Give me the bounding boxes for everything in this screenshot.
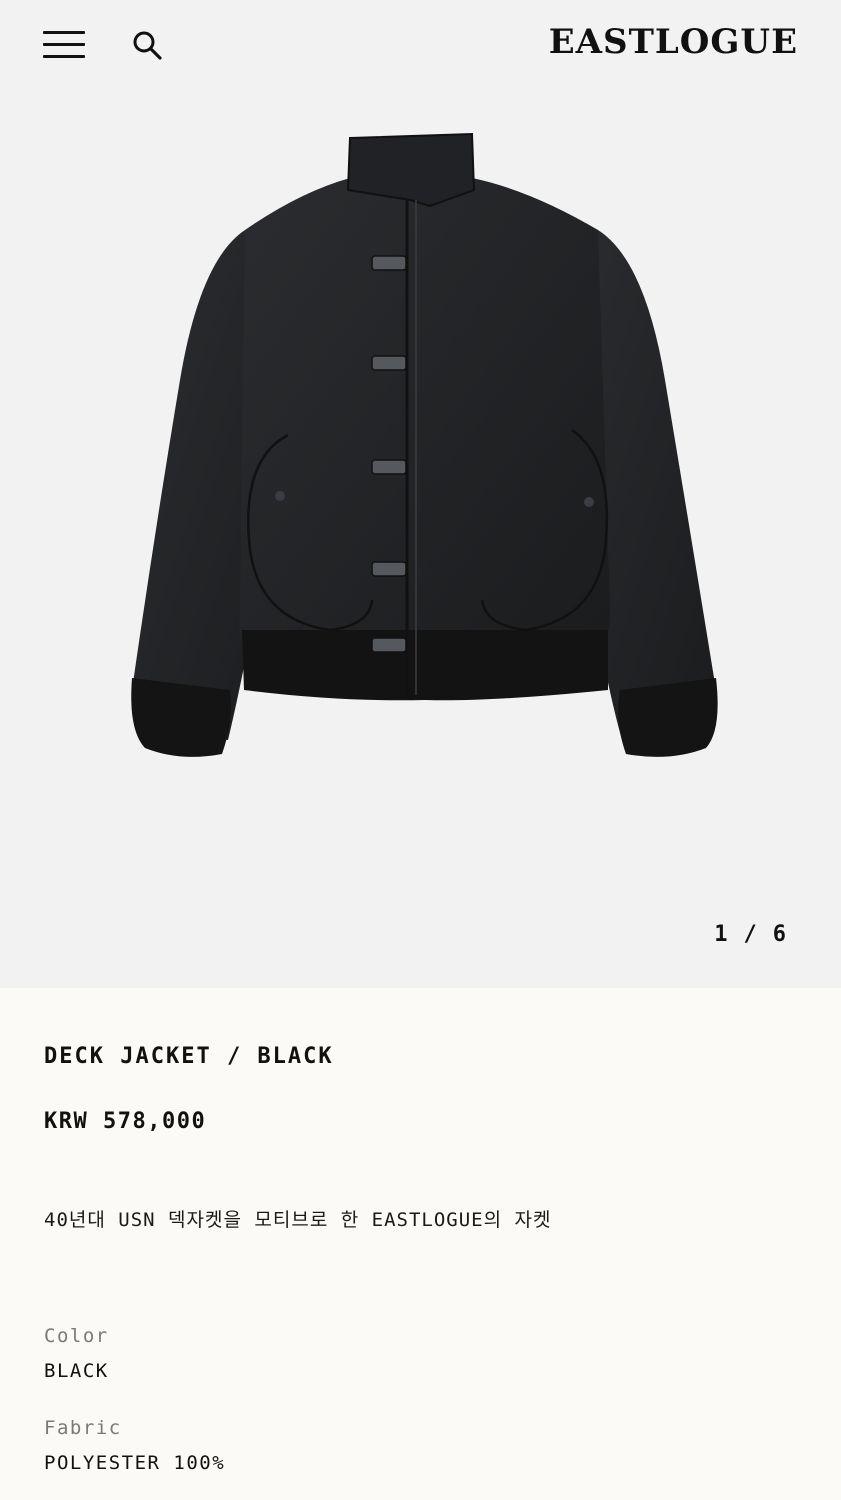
product-image[interactable] — [110, 130, 740, 780]
product-info: DECK JACKET / BLACK KRW 578,000 40년대 USN… — [0, 988, 841, 1500]
site-header: EASTLOGUE — [0, 0, 841, 90]
product-description: 40년대 USN 덱자켓을 모티브로 한 EASTLOGUE의 자켓 — [44, 1209, 552, 1231]
counter-current: 1 — [714, 922, 730, 947]
spec-value-color: BLACK — [44, 1360, 109, 1382]
image-counter: 1 / 6 — [714, 922, 788, 947]
hamburger-menu-icon[interactable] — [43, 31, 85, 59]
product-title: DECK JACKET / BLACK — [44, 1044, 334, 1069]
spec-label-fabric: Fabric — [44, 1417, 122, 1439]
spec-label-color: Color — [44, 1325, 109, 1347]
counter-total: 6 — [772, 922, 788, 947]
counter-separator: / — [743, 922, 759, 947]
product-gallery[interactable]: 1 / 6 — [0, 90, 841, 988]
spec-value-fabric: POLYESTER 100% — [44, 1452, 226, 1474]
product-price: KRW 578,000 — [44, 1109, 207, 1134]
search-icon[interactable] — [131, 29, 163, 61]
brand-logo[interactable]: EASTLOGUE — [549, 22, 798, 62]
